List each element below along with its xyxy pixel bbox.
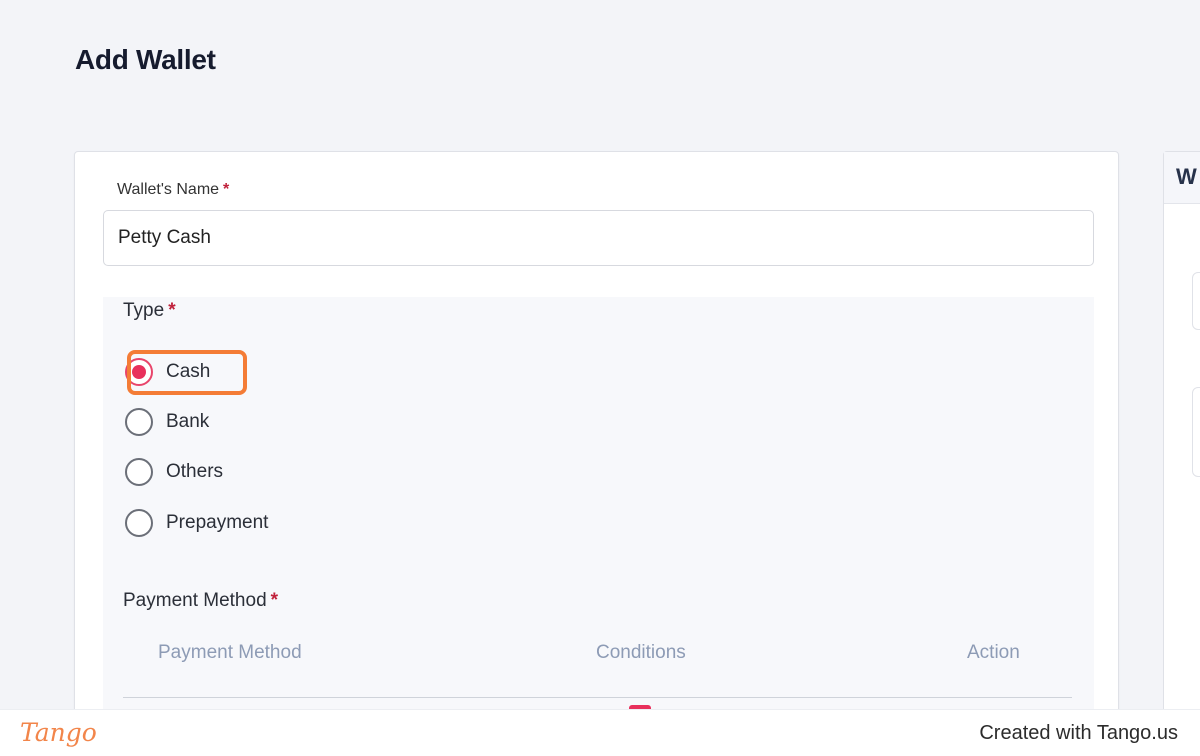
radio-unchecked-icon[interactable] [125,408,153,436]
radio-unchecked-icon[interactable] [125,509,153,537]
side-panel: W [1163,151,1200,756]
page-title: Add Wallet [75,44,216,75]
table-divider [123,697,1072,698]
required-mark: * [168,300,176,321]
type-option-prepayment[interactable]: Prepayment [125,501,268,545]
radio-checked-icon[interactable] [125,358,153,386]
wallet-form-card: Wallet's Name* Type* Cash Bank Others Pr… [74,151,1119,756]
footer-bar: Tango Created with Tango.us [0,709,1200,756]
footer-credit: Created with Tango.us [979,722,1178,744]
side-panel-field [1192,272,1200,330]
type-option-bank[interactable]: Bank [125,400,209,444]
type-option-label: Prepayment [166,512,269,533]
wallet-name-input[interactable] [103,210,1094,266]
table-header-action: Action [967,642,1020,663]
required-mark: * [223,181,230,198]
tango-logo: Tango [20,718,97,747]
type-option-label: Cash [166,361,211,382]
radio-unchecked-icon[interactable] [125,458,153,486]
table-header-payment-method: Payment Method [158,642,302,663]
type-option-cash[interactable]: Cash [125,350,210,394]
type-option-others[interactable]: Others [125,450,223,494]
type-option-label: Others [166,461,224,482]
type-label: Type * [123,300,176,321]
required-mark: * [270,590,279,611]
side-panel-header: W [1164,152,1200,204]
type-section: Type * Cash Bank Others Prepayment Paymen… [103,297,1094,756]
table-header-conditions: Conditions [596,642,686,663]
payment-method-label: Payment Method * [123,590,279,611]
type-option-label: Bank [166,411,210,432]
side-panel-field [1192,387,1200,477]
wallet-name-label: Wallet's Name * [117,181,230,198]
